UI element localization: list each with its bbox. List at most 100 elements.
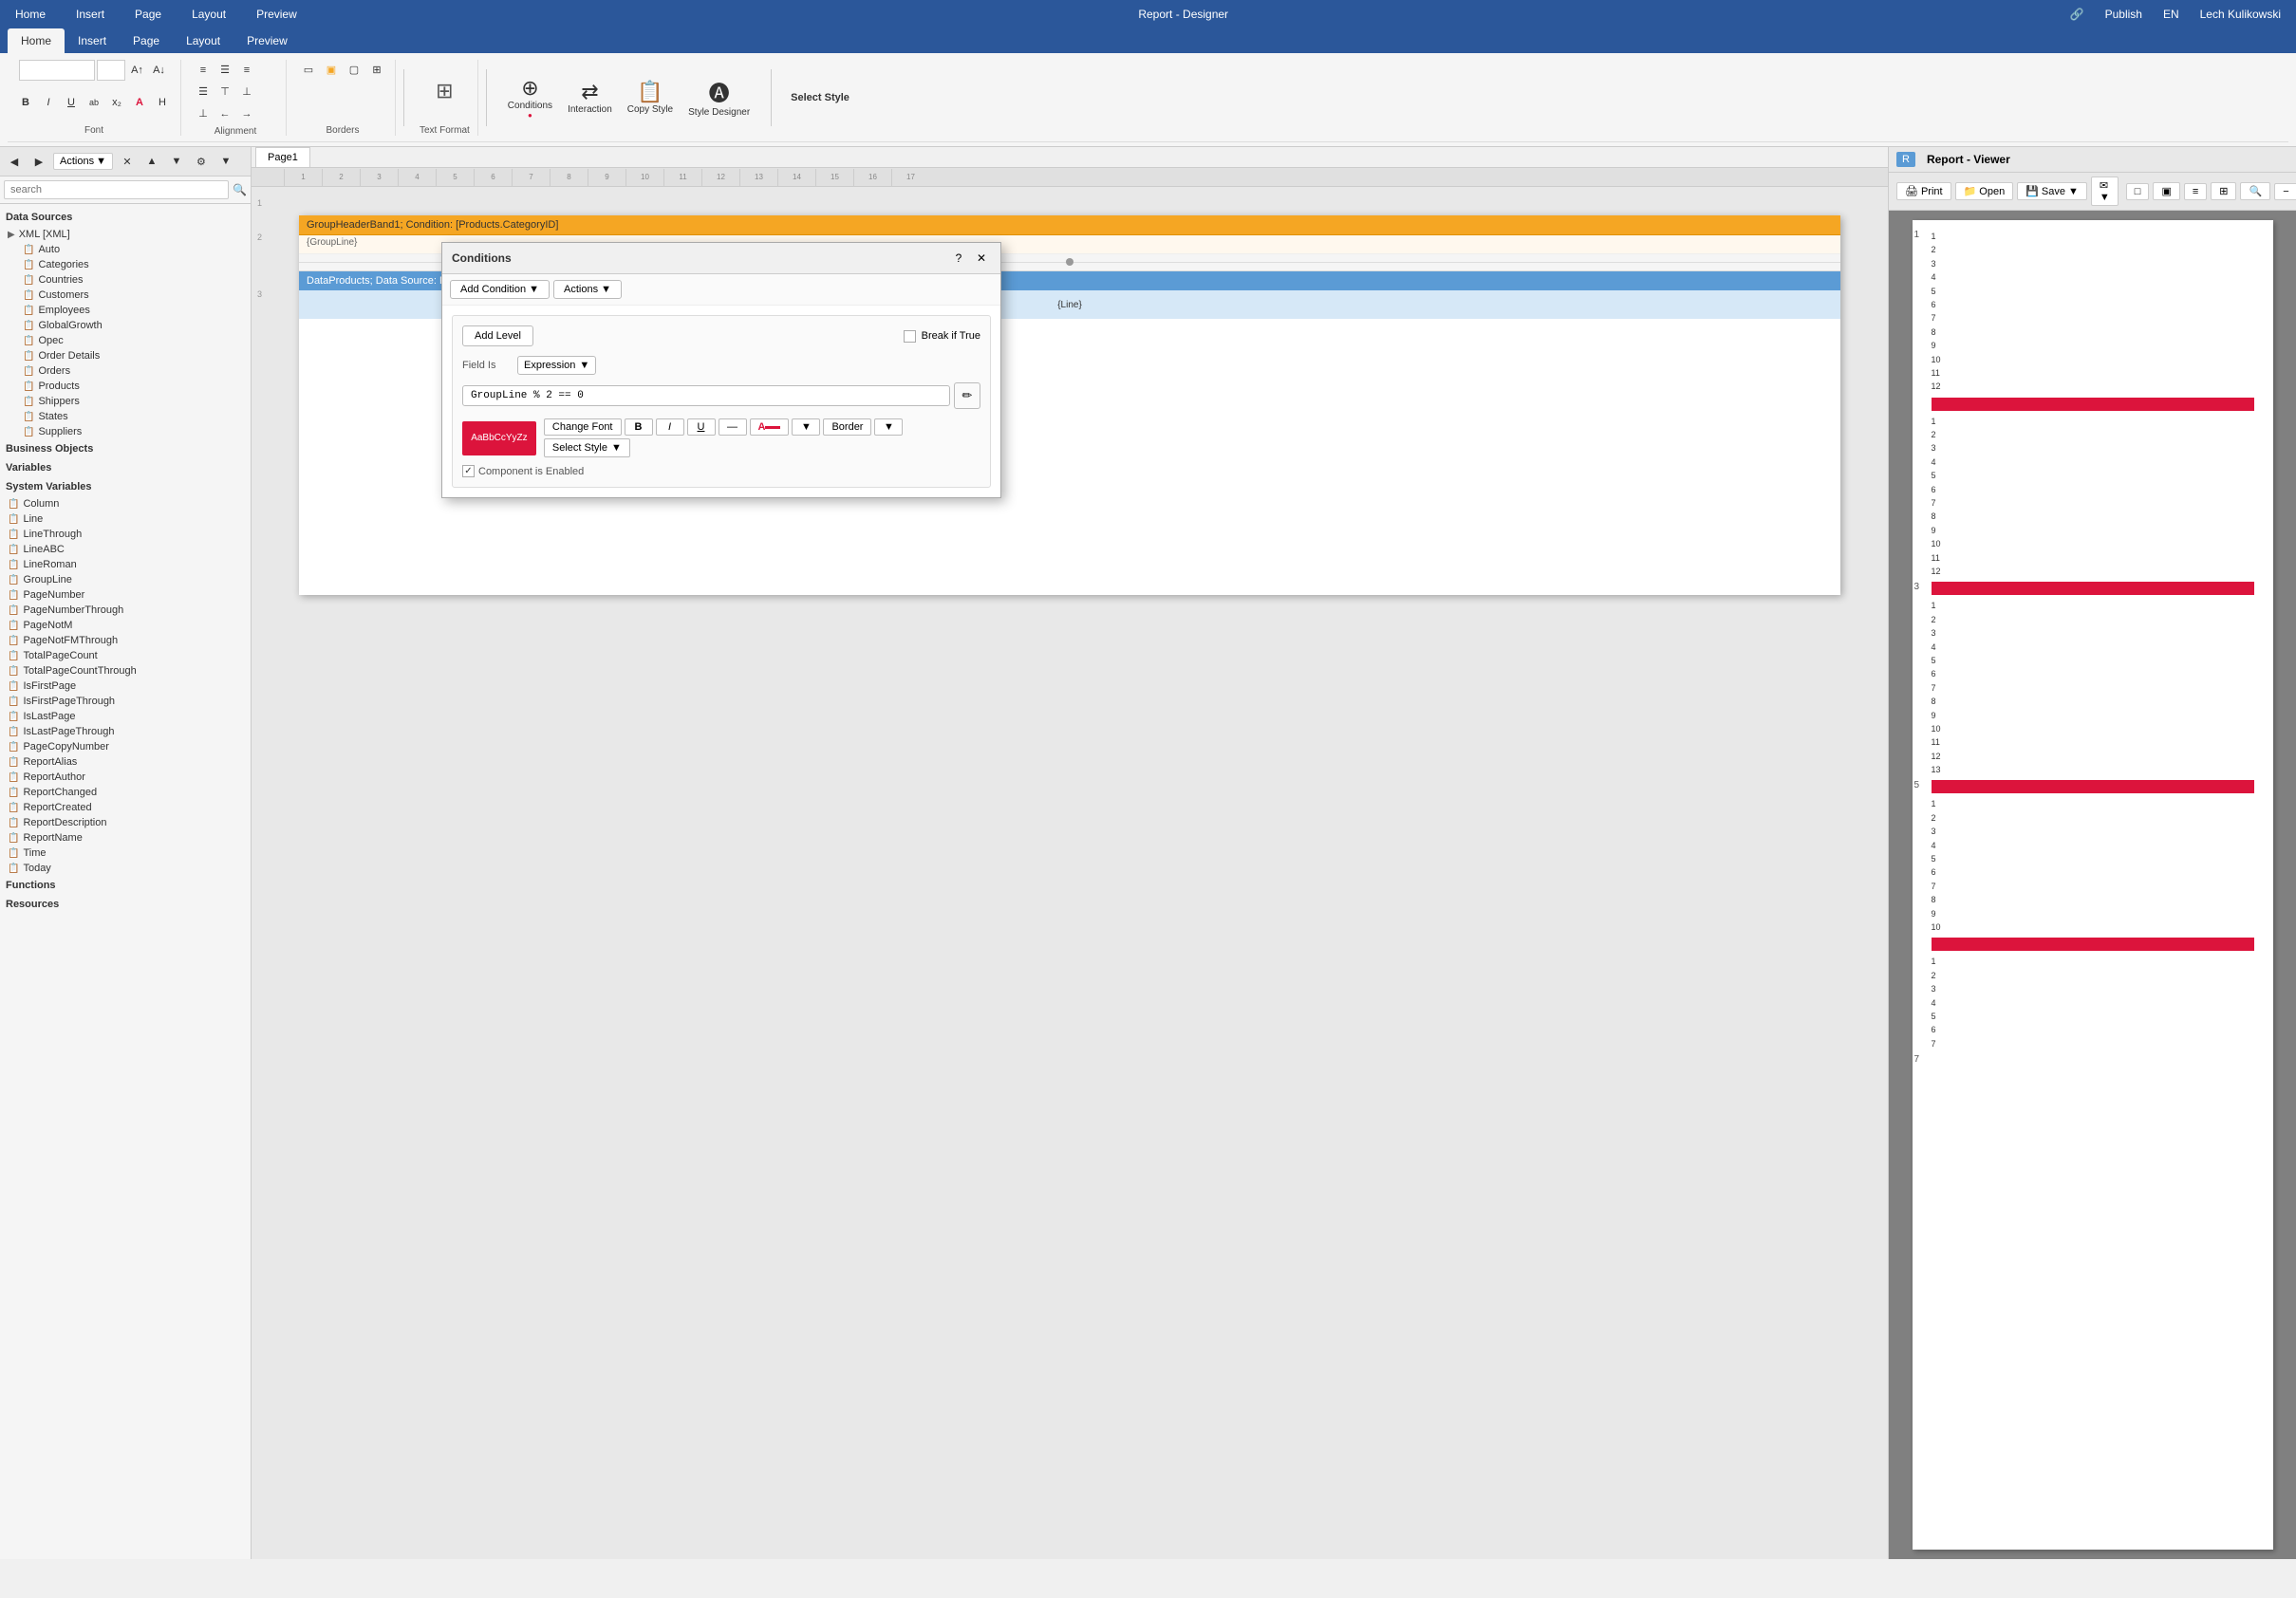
font-size-input[interactable] [97,60,125,81]
share-icon[interactable]: 🔗 [2064,6,2090,23]
tree-item-reportalias[interactable]: 📋ReportAlias [4,754,247,770]
tree-item-totalpagecount[interactable]: 📋TotalPageCount [4,648,247,663]
settings-dropdown[interactable]: ▼ [215,151,236,172]
menu-insert[interactable]: Insert [70,6,110,23]
tree-item-auto[interactable]: 📋 Auto [4,242,247,257]
tree-item-reportcreated[interactable]: 📋ReportCreated [4,800,247,815]
dialog-help-btn[interactable]: ? [949,249,968,268]
tree-item-suppliers[interactable]: 📋 Suppliers [4,424,247,439]
decrease-font-btn[interactable]: A↓ [149,60,170,81]
select-style-dropdown[interactable]: Select Style ▼ [544,438,630,457]
tree-item-reportauthor[interactable]: 📋ReportAuthor [4,770,247,785]
style-designer-btn[interactable]: 🅐 Style Designer [682,74,756,121]
resize-handle[interactable] [1066,258,1073,266]
align-top-btn[interactable]: ⊤ [215,82,235,102]
tree-item-shippers[interactable]: 📋 Shippers [4,394,247,409]
indent-left-btn[interactable]: ← [215,103,235,124]
tree-item-islastpagethrough[interactable]: 📋IsLastPageThrough [4,724,247,739]
search-input[interactable] [4,180,229,199]
border-color-btn[interactable]: ▢ [344,60,364,81]
fmt-underline-btn[interactable]: U [687,418,716,436]
fill-color-btn[interactable]: ▣ [321,60,342,81]
tree-item-states[interactable]: 📋 States [4,409,247,424]
tree-item-totalpagecountthrough[interactable]: 📋TotalPageCountThrough [4,663,247,678]
expression-edit-btn[interactable]: ✏ [954,382,980,409]
actions-btn[interactable]: Actions ▼ [553,280,622,299]
tab-home[interactable]: Home [8,28,65,53]
move-down-btn[interactable]: ▼ [166,151,187,172]
fmt-bold-btn[interactable]: B [625,418,653,436]
tree-item-globalgrowth[interactable]: 📋 GlobalGrowth [4,318,247,333]
component-enabled-checkbox[interactable] [462,465,475,477]
actions-dropdown[interactable]: Actions ▼ [53,153,113,170]
band-group-header[interactable]: GroupHeaderBand1; Condition: [Products.C… [299,215,1840,235]
border-all-btn[interactable]: ⊞ [366,60,387,81]
align-bottom-btn[interactable]: ⊥ [193,103,214,124]
tree-item-orderdetails[interactable]: 📋 Order Details [4,348,247,363]
align-middle-btn[interactable]: ⊥ [236,82,257,102]
view-double-btn[interactable]: ▣ [2153,182,2179,200]
select-style-btn[interactable]: Select Style [791,92,849,103]
align-center-btn[interactable]: ☰ [215,60,235,81]
menu-home[interactable]: Home [9,6,51,23]
tree-item-islastpage[interactable]: 📋IsLastPage [4,709,247,724]
tree-item-orders[interactable]: 📋 Orders [4,363,247,379]
zoom-out-btn[interactable]: − [2274,183,2296,200]
strikethrough-btn[interactable]: ab [84,92,104,113]
tree-item-reportname[interactable]: 📋ReportName [4,830,247,845]
fmt-font-color-btn[interactable]: A [750,418,790,436]
tree-item-opec[interactable]: 📋 Opec [4,333,247,348]
indent-right-btn[interactable]: → [236,103,257,124]
open-btn[interactable]: 📁 Open [1955,182,2014,200]
menu-layout[interactable]: Layout [186,6,232,23]
font-color-btn[interactable]: A [129,92,150,113]
font-name-input[interactable] [19,60,95,81]
tab-page1[interactable]: Page1 [255,147,310,167]
save-btn[interactable]: 💾 Save ▼ [2017,182,2087,200]
copy-style-btn[interactable]: 📋 Copy Style [622,77,679,118]
tree-item-pagenotm[interactable]: 📋PageNotM [4,618,247,633]
tree-item-isfirstpagethrough[interactable]: 📋IsFirstPageThrough [4,694,247,709]
tree-item-reportdescription[interactable]: 📋ReportDescription [4,815,247,830]
search-icon[interactable]: 🔍 [233,183,247,196]
dialog-close-btn[interactable]: ✕ [972,249,991,268]
tree-item-categories[interactable]: 📋 Categories [4,257,247,272]
expression-input[interactable] [462,385,950,406]
tree-item-products[interactable]: 📋 Products [4,379,247,394]
left-nav-forward[interactable]: ▶ [28,151,49,172]
fmt-strikethrough-btn[interactable]: — [719,418,747,436]
tree-item-pagenumberthrough[interactable]: 📋PageNumberThrough [4,603,247,618]
tree-item-today[interactable]: 📋Today [4,861,247,876]
publish-btn[interactable]: Publish [2100,6,2148,23]
italic-btn[interactable]: I [38,92,59,113]
settings-btn[interactable]: ⚙ [191,151,212,172]
print-btn[interactable]: 🖨 Print [1896,182,1951,200]
tree-item-pagenotfmthrough[interactable]: 📋PageNotFMThrough [4,633,247,648]
interaction-btn[interactable]: ⇄ Interaction [562,77,618,118]
tree-item-linethrough[interactable]: 📋LineThrough [4,527,247,542]
border-style-btn[interactable]: ▭ [298,60,319,81]
tree-item-time[interactable]: 📋Time [4,845,247,861]
delete-btn[interactable]: ✕ [117,151,138,172]
text-format-btn[interactable]: ⊞ [425,76,463,106]
tab-preview[interactable]: Preview [233,28,301,53]
break-if-true-checkbox[interactable] [904,330,916,343]
tree-item-isfirstpage[interactable]: 📋IsFirstPage [4,678,247,694]
move-up-btn[interactable]: ▲ [141,151,162,172]
align-right-btn[interactable]: ≡ [236,60,257,81]
fmt-border-btn[interactable]: Border [823,418,871,436]
add-condition-btn[interactable]: Add Condition ▼ [450,280,550,299]
fmt-italic-btn[interactable]: I [656,418,684,436]
change-font-btn[interactable]: Change Font [544,418,622,436]
tab-page[interactable]: Page [120,28,173,53]
tree-item-reportchanged[interactable]: 📋ReportChanged [4,785,247,800]
tree-item-groupline[interactable]: 📋GroupLine [4,572,247,587]
underline-btn[interactable]: U [61,92,82,113]
tab-insert[interactable]: Insert [65,28,120,53]
left-nav-back[interactable]: ◀ [4,151,25,172]
tab-layout[interactable]: Layout [173,28,233,53]
conditions-btn[interactable]: ⊕ Conditions ● [502,73,558,122]
tree-item-line[interactable]: 📋Line [4,511,247,527]
fmt-color-dropdown[interactable]: ▼ [792,418,820,436]
tree-item-pagenumber[interactable]: 📋PageNumber [4,587,247,603]
